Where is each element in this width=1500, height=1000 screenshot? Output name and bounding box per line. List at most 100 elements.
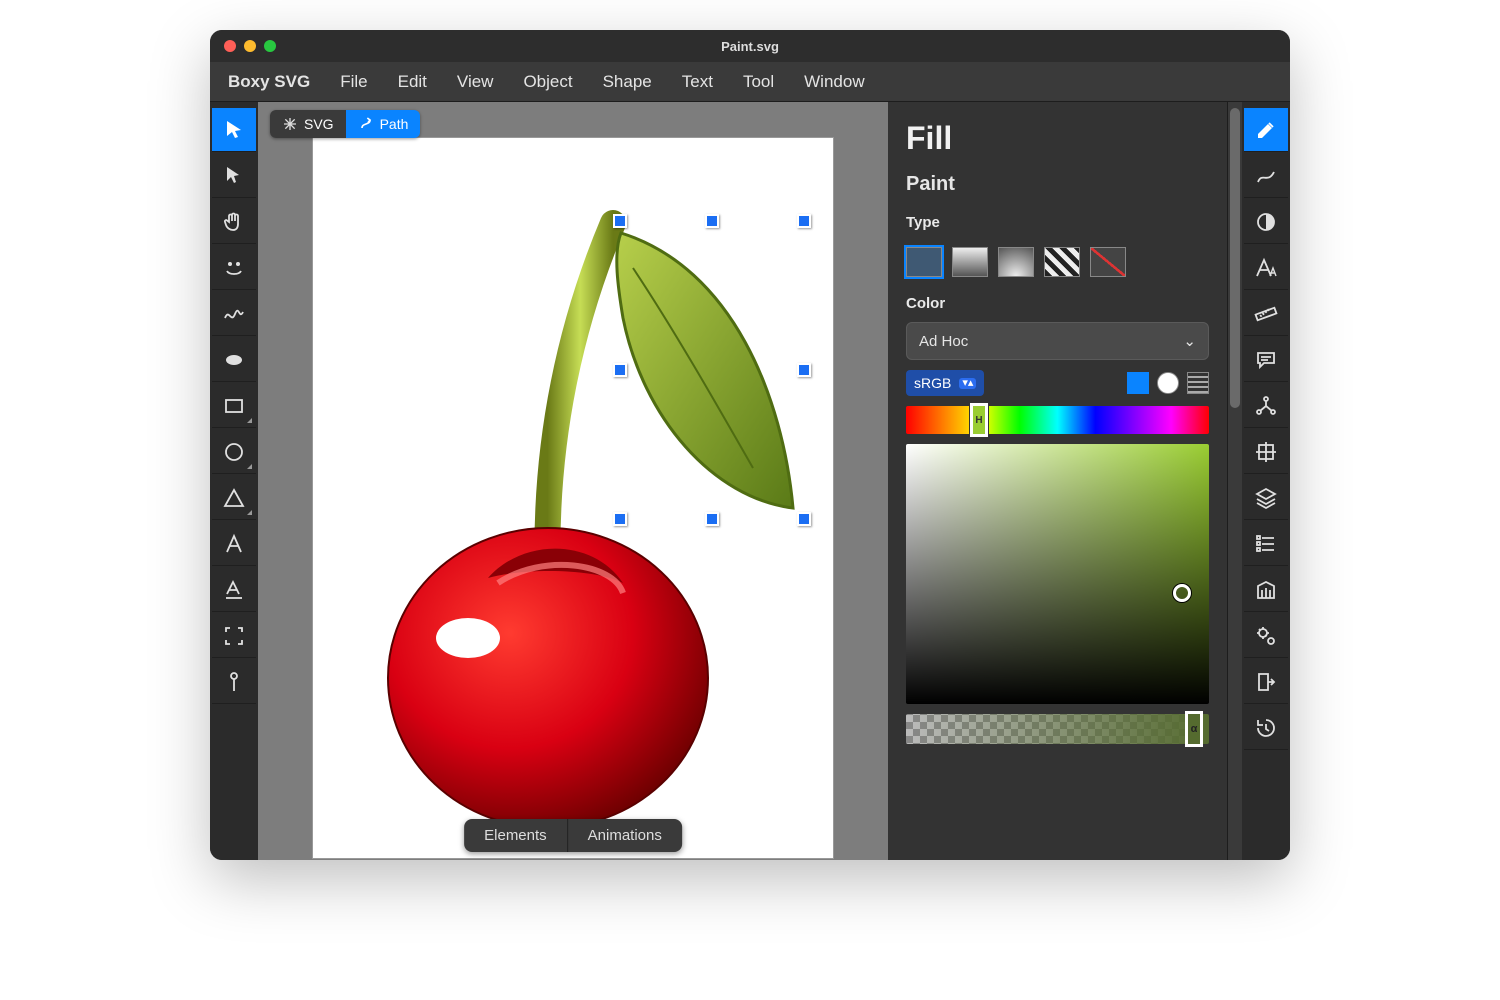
tool-pan[interactable] [212, 200, 256, 244]
tool-anchor[interactable] [212, 660, 256, 704]
history-icon [1254, 716, 1278, 740]
tool-freehand[interactable] [212, 246, 256, 290]
canvas[interactable] [313, 138, 833, 858]
tool-blob[interactable] [212, 338, 256, 382]
picker-view-wheel[interactable] [1157, 372, 1179, 394]
selection-handle-tl[interactable] [613, 214, 627, 228]
hue-slider[interactable]: H [906, 406, 1209, 434]
saturation-value-field[interactable] [906, 444, 1209, 704]
menu-object[interactable]: Object [523, 72, 572, 92]
selection-handle-tr[interactable] [797, 214, 811, 228]
canvas-viewport[interactable] [258, 102, 888, 860]
breadcrumb-path[interactable]: Path [346, 110, 421, 138]
rtool-history[interactable] [1244, 706, 1288, 750]
menu-text[interactable]: Text [682, 72, 713, 92]
color-mode-value: Ad Hoc [919, 333, 968, 350]
gears-icon [1254, 624, 1278, 648]
rtool-stroke[interactable] [1244, 154, 1288, 198]
rtool-layers[interactable] [1244, 476, 1288, 520]
rtool-list[interactable] [1244, 522, 1288, 566]
typography-icon [1254, 256, 1278, 280]
rtool-typography[interactable] [1244, 246, 1288, 290]
blob-icon [222, 348, 246, 372]
rtool-artboard[interactable] [1244, 430, 1288, 474]
rtool-settings[interactable] [1244, 614, 1288, 658]
menu-view[interactable]: View [457, 72, 494, 92]
rtool-comment[interactable] [1244, 338, 1288, 382]
tool-text-path[interactable] [212, 568, 256, 612]
type-label: Type [906, 214, 1209, 231]
tool-circle[interactable] [212, 430, 256, 474]
triangle-icon [222, 486, 246, 510]
tool-select[interactable] [212, 108, 256, 152]
selection-handle-mr[interactable] [797, 363, 811, 377]
alpha-thumb[interactable]: α [1185, 711, 1203, 747]
sv-thumb[interactable] [1173, 584, 1191, 602]
tool-text[interactable] [212, 522, 256, 566]
fill-type-linear[interactable] [952, 247, 988, 277]
artwork-cherry [313, 138, 833, 858]
selection-handle-br[interactable] [797, 512, 811, 526]
menu-tool[interactable]: Tool [743, 72, 774, 92]
tool-edit[interactable] [212, 154, 256, 198]
color-mode-select[interactable]: Ad Hoc ⌄ [906, 322, 1209, 360]
titlebar: Paint.svg [210, 30, 1290, 62]
selection-handle-ml[interactable] [613, 363, 627, 377]
menu-window[interactable]: Window [804, 72, 864, 92]
asterisk-icon [282, 116, 298, 132]
fill-type-radial[interactable] [998, 247, 1034, 277]
face-icon [222, 256, 246, 280]
rtool-ruler[interactable] [1244, 292, 1288, 336]
squiggle-icon [222, 302, 246, 326]
fill-type-none[interactable] [1090, 247, 1126, 277]
picker-view-square[interactable] [1127, 372, 1149, 394]
submenu-indicator-icon [247, 413, 252, 423]
main-area: SVG Path [210, 102, 1290, 860]
inspector-panel: Fill Paint Type Color Ad Hoc ⌄ sRGB ▾▴ [888, 102, 1228, 860]
footer-tabs: Elements Animations [464, 819, 682, 852]
corners-icon [222, 624, 246, 648]
tool-rectangle[interactable] [212, 384, 256, 428]
rtool-export[interactable] [1244, 660, 1288, 704]
fill-type-pattern[interactable] [1044, 247, 1080, 277]
hue-thumb[interactable]: H [970, 403, 988, 437]
menubar: Boxy SVG File Edit View Object Shape Tex… [210, 62, 1290, 102]
selection-handle-bl[interactable] [613, 512, 627, 526]
tab-elements[interactable]: Elements [464, 819, 568, 852]
tool-crop[interactable] [212, 614, 256, 658]
app-brand[interactable]: Boxy SVG [228, 72, 310, 92]
text-path-icon [222, 578, 246, 602]
submenu-indicator-icon [247, 505, 252, 515]
color-space-select[interactable]: sRGB ▾▴ [906, 370, 984, 396]
menu-shape[interactable]: Shape [603, 72, 652, 92]
rtool-contrast[interactable] [1244, 200, 1288, 244]
left-toolbar [210, 102, 258, 860]
comment-icon [1254, 348, 1278, 372]
panel-section: Paint [906, 173, 1209, 196]
picker-view-sliders[interactable] [1187, 372, 1209, 394]
selection-handle-tm[interactable] [705, 214, 719, 228]
color-space-value: sRGB [914, 375, 951, 391]
rtool-nodes[interactable] [1244, 384, 1288, 428]
color-space-row: sRGB ▾▴ [906, 370, 1209, 396]
tab-animations[interactable]: Animations [568, 819, 682, 852]
color-label: Color [906, 295, 1209, 312]
fill-type-solid[interactable] [906, 247, 942, 277]
panel-scrollbar[interactable] [1228, 102, 1242, 860]
alpha-slider[interactable]: α [906, 714, 1209, 744]
tool-triangle[interactable] [212, 476, 256, 520]
submenu-indicator-icon [247, 459, 252, 469]
breadcrumb-path-label: Path [380, 116, 409, 132]
rectangle-icon [222, 394, 246, 418]
menu-edit[interactable]: Edit [398, 72, 427, 92]
scrollbar-thumb[interactable] [1230, 108, 1240, 408]
breadcrumb-svg[interactable]: SVG [270, 110, 346, 138]
library-icon [1254, 578, 1278, 602]
selection-handle-bm[interactable] [705, 512, 719, 526]
menu-file[interactable]: File [340, 72, 367, 92]
rtool-fill[interactable] [1244, 108, 1288, 152]
rtool-library[interactable] [1244, 568, 1288, 612]
anchor-point-icon [222, 670, 246, 694]
export-icon [1254, 670, 1278, 694]
tool-curve[interactable] [212, 292, 256, 336]
